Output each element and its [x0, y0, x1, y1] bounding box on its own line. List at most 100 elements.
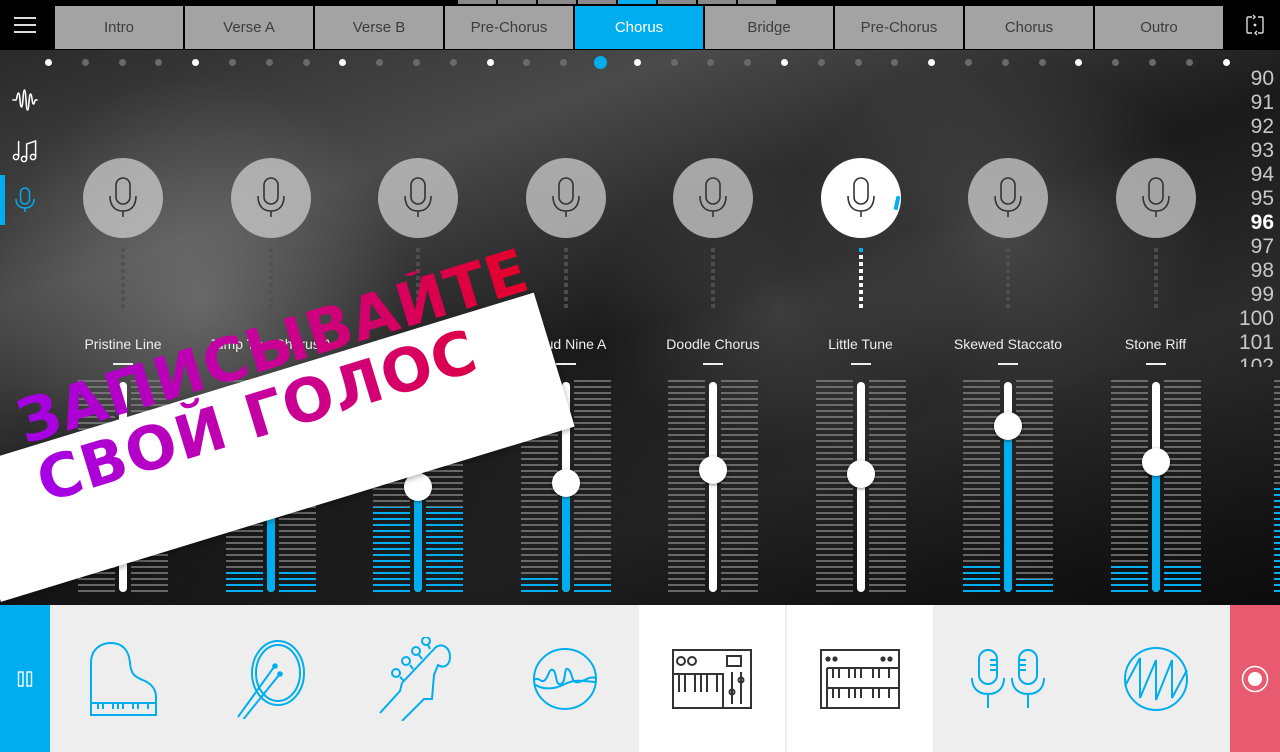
section-tab[interactable]: Chorus [965, 6, 1093, 49]
mini-tab[interactable] [738, 0, 776, 4]
beat-dot[interactable] [265, 59, 273, 66]
volume-fader[interactable] [1086, 380, 1226, 594]
channel-name-underline [998, 363, 1018, 365]
instrument-fx[interactable] [491, 605, 638, 752]
section-tab[interactable]: Pre-Chorus [835, 6, 963, 49]
beat-dot[interactable] [449, 59, 457, 66]
tempo-value[interactable]: 92 [1234, 115, 1274, 139]
beat-dot[interactable] [1075, 59, 1083, 66]
fader-knob[interactable] [1141, 447, 1170, 476]
beat-dot[interactable] [781, 59, 788, 66]
channel-name[interactable]: Stone Riff [1066, 336, 1246, 352]
instrument-synth[interactable] [638, 605, 785, 752]
beat-dot[interactable] [45, 59, 52, 66]
mixer-channel: Doodle Chorus [643, 158, 783, 598]
sidenav-item-music-notes[interactable] [0, 125, 50, 175]
mini-tab[interactable] [538, 0, 576, 4]
volume-fader[interactable] [1233, 380, 1280, 594]
mixer-channel: Stone Riff [1086, 158, 1226, 598]
beat-dot[interactable] [413, 59, 420, 66]
beat-dot[interactable] [1149, 59, 1156, 66]
instrument-drums[interactable] [197, 605, 344, 752]
beat-dot[interactable] [118, 59, 126, 66]
fader-knob[interactable] [551, 468, 580, 497]
beat-dot[interactable] [633, 59, 641, 66]
beat-dot[interactable] [891, 59, 899, 66]
record-arm-button[interactable] [525, 158, 606, 238]
microphone-icon [551, 177, 580, 217]
mini-tab[interactable] [458, 0, 496, 4]
instrument-piano[interactable] [50, 605, 197, 752]
mini-tab[interactable] [618, 0, 656, 4]
record-arm-button[interactable] [378, 158, 458, 238]
fader-knob[interactable] [994, 412, 1022, 441]
section-tab[interactable]: Chorus [575, 6, 703, 49]
mini-tab[interactable] [698, 0, 736, 4]
beat-dot[interactable] [928, 59, 936, 66]
sidenav-item-waveform[interactable] [0, 75, 50, 125]
beat-dot[interactable] [817, 59, 825, 66]
beat-position-dots [0, 56, 1280, 70]
instrument-keys[interactable] [786, 605, 933, 752]
record-arm-button[interactable] [968, 158, 1048, 238]
beat-dot[interactable] [1112, 59, 1120, 66]
beat-dot[interactable] [155, 59, 163, 66]
beat-dot[interactable] [1222, 59, 1230, 66]
beat-dot[interactable] [229, 59, 236, 66]
fader-track[interactable] [709, 382, 717, 592]
section-tab[interactable]: Outro [1095, 6, 1223, 49]
beat-dot[interactable] [744, 59, 752, 66]
beat-dot[interactable] [486, 59, 494, 66]
side-navigation [0, 75, 50, 225]
beat-dot[interactable] [523, 59, 531, 66]
level-meter-left [1274, 380, 1280, 592]
section-tab[interactable]: Verse B [315, 6, 443, 49]
recording-indicator [893, 195, 900, 211]
waveform-circle-icon [532, 647, 597, 710]
fader-knob[interactable] [699, 456, 727, 485]
beat-dot[interactable] [965, 59, 972, 66]
tempo-value[interactable]: 90 [1234, 67, 1274, 91]
beat-dot[interactable] [302, 59, 310, 66]
beat-dot-current[interactable] [594, 56, 607, 69]
record-button[interactable] [1230, 605, 1280, 752]
tempo-value[interactable]: 91 [1234, 91, 1274, 115]
beat-dot[interactable] [670, 59, 678, 66]
beat-dot[interactable] [1185, 59, 1193, 66]
record-arm-button[interactable] [820, 158, 901, 238]
record-arm-button[interactable] [673, 158, 753, 238]
beat-dot[interactable] [81, 59, 89, 66]
instrument-vocals[interactable] [934, 605, 1081, 752]
section-tab[interactable]: Intro [55, 6, 183, 49]
record-arm-button[interactable] [1115, 158, 1196, 238]
section-tab[interactable]: Pre-Chorus [445, 6, 573, 49]
volume-fader[interactable] [938, 380, 1078, 594]
instrument-bass[interactable] [344, 605, 491, 752]
beat-dot[interactable] [376, 59, 384, 66]
fader-track[interactable] [1151, 382, 1160, 592]
volume-fader[interactable] [643, 380, 783, 594]
loop-button[interactable] [1230, 0, 1280, 50]
mini-tab[interactable] [578, 0, 616, 4]
section-tab[interactable]: Verse A [185, 6, 313, 49]
record-arm-button[interactable] [83, 158, 163, 238]
section-tab[interactable]: Bridge [705, 6, 833, 49]
fader-knob[interactable] [846, 460, 875, 489]
beat-dot[interactable] [192, 59, 200, 66]
mini-tab[interactable] [658, 0, 696, 4]
volume-fader[interactable] [791, 380, 931, 594]
instrument-lead[interactable] [1082, 605, 1229, 752]
beat-dot[interactable] [339, 59, 347, 66]
beat-dot[interactable] [1001, 59, 1009, 66]
beat-dot[interactable] [707, 59, 715, 66]
synthesizer-icon [672, 648, 752, 709]
mini-tab[interactable] [498, 0, 536, 4]
beat-dot[interactable] [560, 59, 568, 66]
menu-button[interactable] [0, 0, 50, 50]
record-arm-button[interactable] [230, 158, 311, 238]
level-meter-right [1163, 380, 1201, 592]
pause-button[interactable] [0, 605, 50, 752]
sidenav-item-microphone[interactable] [0, 175, 50, 225]
beat-dot[interactable] [1038, 59, 1046, 66]
beat-dot[interactable] [854, 59, 862, 66]
